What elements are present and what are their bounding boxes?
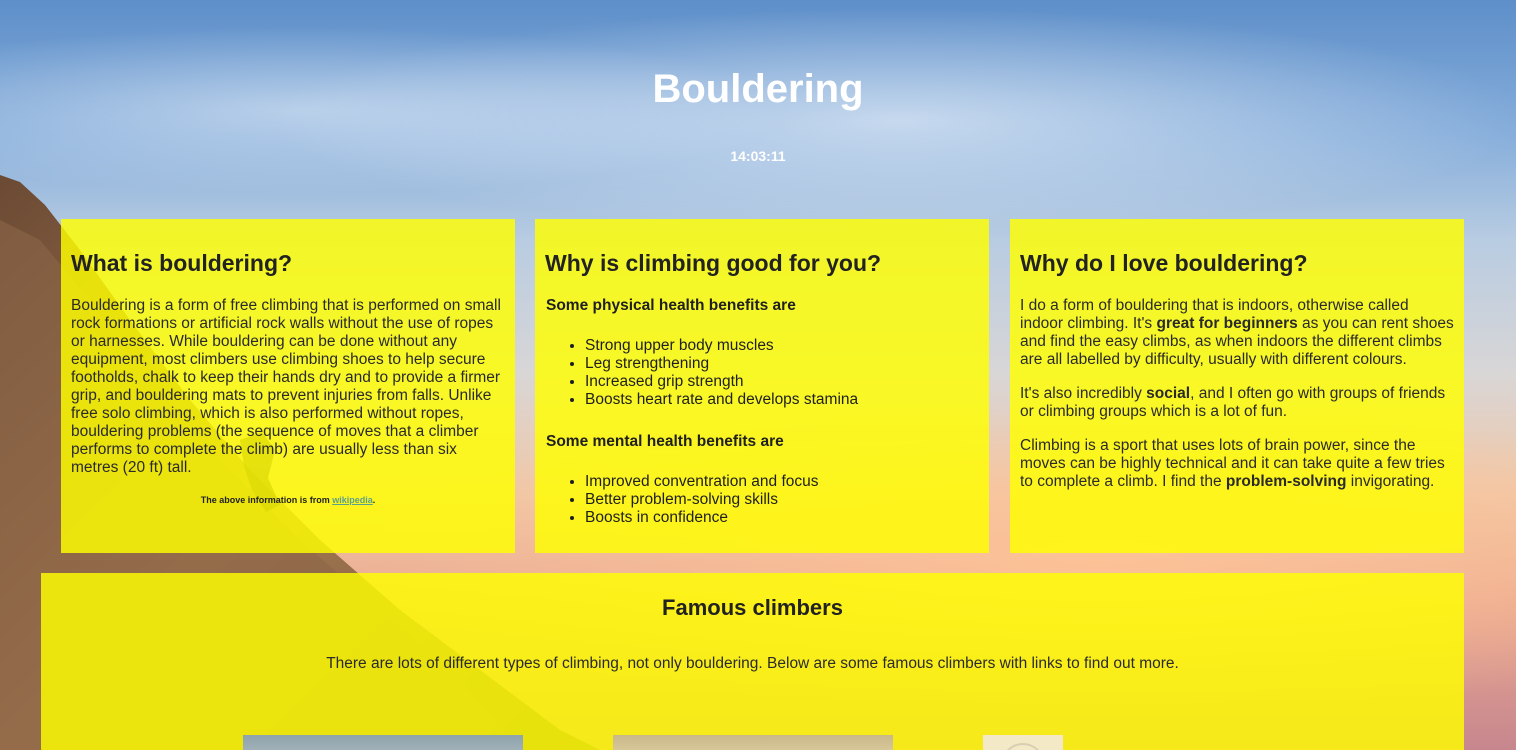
physical-benefits-title: Some physical health benefits are xyxy=(546,297,796,314)
list-item: Improved conventration and focus xyxy=(585,473,979,491)
list-item: Better problem-solving skills xyxy=(585,491,979,509)
emphasis-social: social xyxy=(1146,385,1191,402)
climber-image[interactable] xyxy=(243,735,523,750)
section-heading: Famous climbers xyxy=(662,595,843,620)
list-item: Increased grip strength xyxy=(585,373,979,391)
list-item: Leg strengthening xyxy=(585,355,979,373)
physical-benefits-list: Strong upper body muscles Leg strengthen… xyxy=(585,337,979,409)
image-ring-decoration xyxy=(1001,743,1045,750)
card-heading: What is bouldering? xyxy=(71,250,293,276)
card-paragraph: Climbing is a sport that uses lots of br… xyxy=(1020,437,1454,491)
list-item: Boosts heart rate and develops stamina xyxy=(585,391,979,409)
emphasis-great-for-beginners: great for beginners xyxy=(1156,315,1298,332)
climber-image[interactable] xyxy=(983,735,1063,750)
card-heading: Why do I love bouldering? xyxy=(1020,250,1308,276)
card-paragraph: It's also incredibly social, and I often… xyxy=(1020,385,1454,421)
source-prefix: The above information is from xyxy=(200,495,333,505)
card-what-is-bouldering: What is bouldering? Bouldering is a form… xyxy=(61,219,515,553)
emphasis-problem-solving: problem-solving xyxy=(1225,473,1347,490)
card-heading: Why is climbing good for you? xyxy=(545,250,882,276)
page-title: Bouldering xyxy=(652,67,864,111)
source-suffix: . xyxy=(372,495,376,505)
section-intro: There are lots of different types of cli… xyxy=(326,655,1179,672)
climber-image[interactable] xyxy=(613,735,893,750)
list-item: Boosts in confidence xyxy=(585,509,979,527)
text-span: invigorating. xyxy=(1346,473,1435,490)
page: Bouldering 14:03:11 What is bouldering? … xyxy=(0,0,1516,750)
source-note: The above information is from wikipedia. xyxy=(71,495,505,505)
clock-time: 14:03:11 xyxy=(730,148,786,164)
card-why-climbing-good: Why is climbing good for you? Some physi… xyxy=(535,219,989,553)
list-item: Strong upper body muscles xyxy=(585,337,979,355)
mental-benefits-list: Improved conventration and focus Better … xyxy=(585,473,979,527)
card-paragraph: Bouldering is a form of free climbing th… xyxy=(71,297,501,476)
famous-climbers-section: Famous climbers There are lots of differ… xyxy=(41,573,1464,750)
mental-benefits-title: Some mental health benefits are xyxy=(546,433,784,450)
wikipedia-link[interactable]: wikipedia xyxy=(332,495,373,505)
card-why-i-love-bouldering: Why do I love bouldering? I do a form of… xyxy=(1010,219,1464,553)
text-span: It's also incredibly xyxy=(1020,385,1147,402)
card-paragraph: I do a form of bouldering that is indoor… xyxy=(1020,297,1454,369)
